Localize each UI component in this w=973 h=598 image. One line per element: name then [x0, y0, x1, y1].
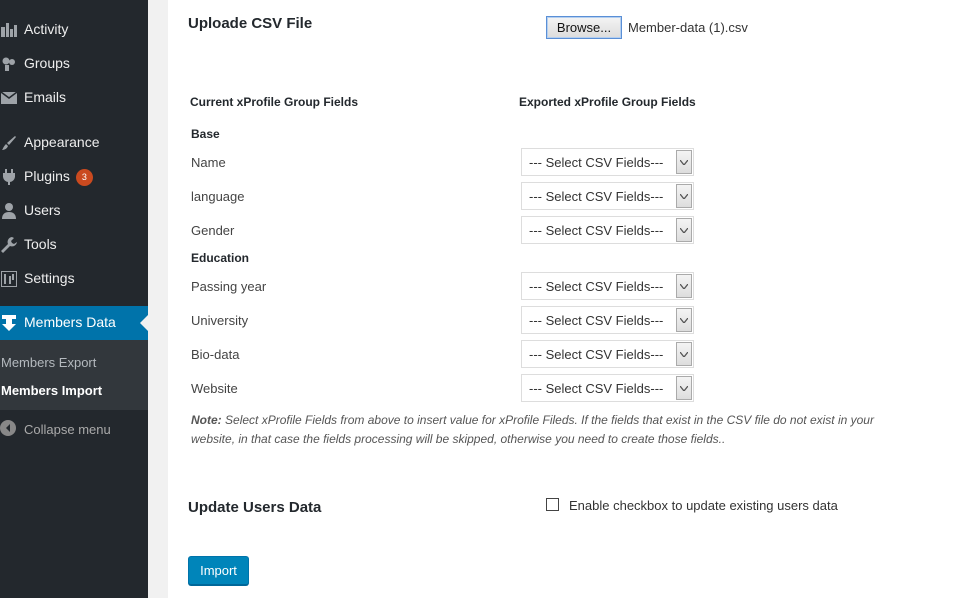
- menu-users-label: Users: [24, 202, 61, 218]
- select-csv-field-passing-year[interactable]: --- Select CSV Fields---: [521, 272, 694, 300]
- group-heading-education: Education: [191, 251, 250, 265]
- group-heading-base: Base: [191, 127, 220, 141]
- menu-tools-label: Tools: [24, 236, 57, 252]
- active-menu-arrow: [140, 315, 148, 331]
- note-text: Select xProfile Fields from above to ins…: [191, 413, 874, 446]
- select-value: --- Select CSV Fields---: [529, 279, 664, 294]
- field-label-gender: Gender: [191, 223, 235, 238]
- selected-file-name: Member-data (1).csv: [628, 20, 748, 35]
- menu-appearance[interactable]: Appearance: [0, 126, 148, 160]
- select-csv-field-gender[interactable]: --- Select CSV Fields---: [521, 216, 694, 244]
- select-csv-field-bio-data[interactable]: --- Select CSV Fields---: [521, 340, 694, 368]
- plugins-icon: [0, 168, 18, 186]
- chevron-down-icon: [676, 184, 692, 208]
- menu-tools[interactable]: Tools: [0, 228, 148, 262]
- menu-settings-label: Settings: [24, 270, 75, 286]
- collapse-menu-label: Collapse menu: [24, 422, 111, 437]
- import-note: Note: Select xProfile Fields from above …: [191, 411, 911, 449]
- browse-button[interactable]: Browse...: [546, 16, 622, 39]
- admin-sidebar: Activity Groups Emails Appearance Plugin…: [0, 0, 148, 598]
- select-value: --- Select CSV Fields---: [529, 155, 664, 170]
- users-icon: [0, 202, 18, 220]
- menu-groups[interactable]: Groups: [0, 47, 148, 81]
- activity-icon: [0, 21, 18, 39]
- select-value: --- Select CSV Fields---: [529, 189, 664, 204]
- members-data-download-icon: [0, 314, 18, 332]
- appearance-brush-icon: [0, 134, 18, 152]
- submenu-members-export[interactable]: Members Export: [1, 355, 96, 370]
- menu-users[interactable]: Users: [0, 194, 148, 228]
- select-csv-field-name[interactable]: --- Select CSV Fields---: [521, 148, 694, 176]
- select-csv-field-university[interactable]: --- Select CSV Fields---: [521, 306, 694, 334]
- menu-activity-label: Activity: [24, 21, 69, 37]
- collapse-arrow-icon: [0, 420, 16, 436]
- current-fields-heading: Current xProfile Group Fields: [190, 95, 359, 109]
- chevron-down-icon: [676, 274, 692, 298]
- select-csv-field-website[interactable]: --- Select CSV Fields---: [521, 374, 694, 402]
- plugins-update-badge: 3: [75, 169, 93, 186]
- field-label-passing-year: Passing year: [191, 279, 267, 294]
- menu-members-data[interactable]: Members Data: [0, 306, 148, 340]
- field-label-website: Website: [191, 381, 238, 396]
- note-prefix: Note:: [191, 413, 222, 427]
- menu-activity[interactable]: Activity: [0, 13, 148, 47]
- field-label-university: University: [191, 313, 249, 328]
- select-csv-field-language[interactable]: --- Select CSV Fields---: [521, 182, 694, 210]
- select-value: --- Select CSV Fields---: [529, 381, 664, 396]
- settings-sliders-icon: [0, 270, 18, 288]
- select-value: --- Select CSV Fields---: [529, 313, 664, 328]
- select-value: --- Select CSV Fields---: [529, 223, 664, 238]
- field-label-bio-data: Bio-data: [191, 347, 240, 362]
- exported-fields-heading: Exported xProfile Group Fields: [519, 95, 696, 109]
- chevron-down-icon: [676, 308, 692, 332]
- content-gutter: [148, 0, 168, 598]
- import-button[interactable]: Import: [188, 556, 249, 585]
- menu-appearance-label: Appearance: [24, 134, 100, 150]
- chevron-down-icon: [676, 342, 692, 366]
- chevron-down-icon: [676, 218, 692, 242]
- menu-settings[interactable]: Settings: [0, 262, 148, 296]
- update-existing-users-label: Enable checkbox to update existing users…: [569, 498, 838, 513]
- upload-csv-title: Uploade CSV File: [188, 15, 313, 32]
- menu-emails-label: Emails: [24, 89, 67, 105]
- menu-plugins-label: Plugins 3: [24, 168, 93, 186]
- menu-plugins[interactable]: Plugins 3: [0, 160, 148, 194]
- members-data-submenu: Members Export Members Import: [0, 340, 148, 410]
- email-icon: [0, 89, 18, 107]
- select-value: --- Select CSV Fields---: [529, 347, 664, 362]
- tools-wrench-icon: [0, 236, 18, 254]
- update-users-title: Update Users Data: [188, 499, 322, 516]
- submenu-members-import[interactable]: Members Import: [1, 383, 102, 398]
- field-label-name: Name: [191, 155, 226, 170]
- menu-emails[interactable]: Emails: [0, 81, 148, 115]
- menu-groups-label: Groups: [24, 55, 70, 71]
- chevron-down-icon: [676, 376, 692, 400]
- groups-icon: [0, 55, 18, 73]
- menu-members-data-label: Members Data: [24, 314, 116, 330]
- chevron-down-icon: [676, 150, 692, 174]
- update-existing-users-checkbox[interactable]: [546, 498, 559, 511]
- field-label-language: language: [191, 189, 245, 204]
